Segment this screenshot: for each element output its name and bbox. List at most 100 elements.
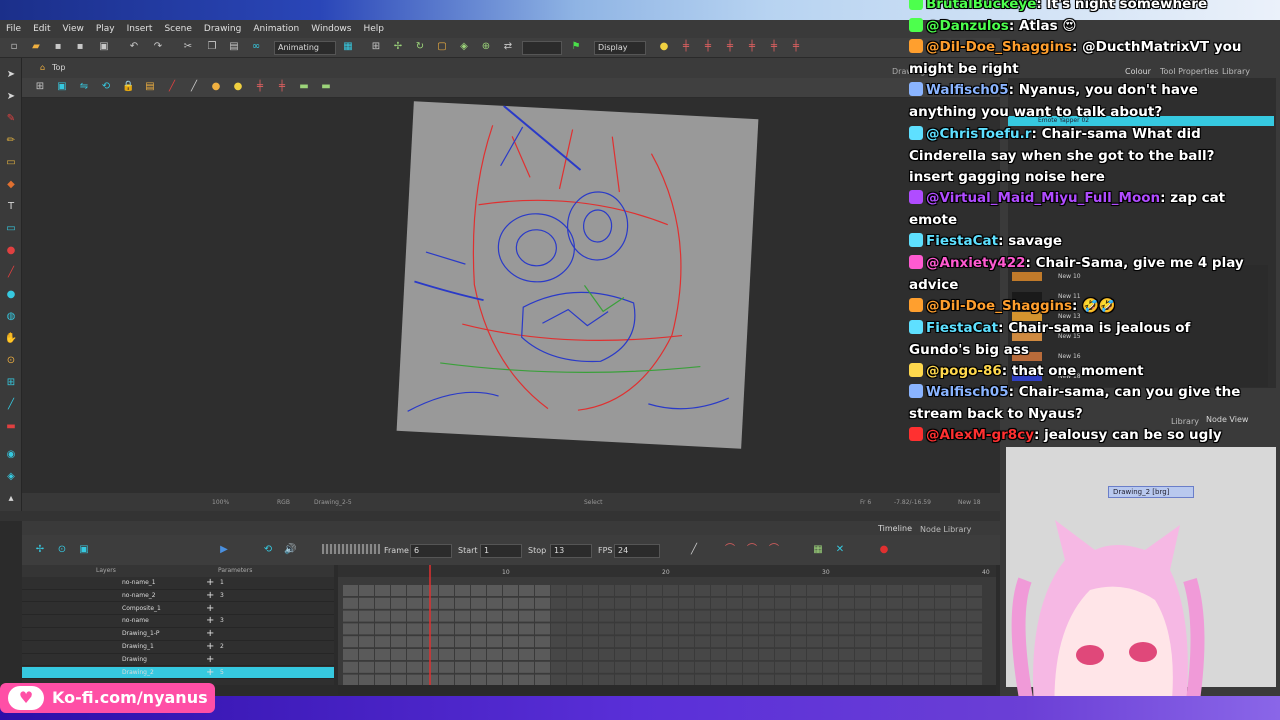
grid-icon[interactable]: ⊞ [370,41,382,53]
settings-tool-icon[interactable]: ▴ [4,492,18,506]
display-select[interactable]: Display [594,41,646,55]
peg-layer-icon[interactable]: ⊙ [56,544,68,556]
ink-tool-icon[interactable]: ● [4,244,18,258]
timeline-scrollbar[interactable] [338,685,996,695]
transform-icon[interactable]: ✢ [392,41,404,53]
menu-help[interactable]: Help [357,24,390,34]
new-file-icon[interactable]: ▫ [8,41,20,53]
add-keyframe-icon[interactable]: + [206,654,214,666]
flip-icon[interactable]: ⇄ [502,41,514,53]
layer-row[interactable]: Drawing_2 +5 [22,666,334,680]
text-tool-icon[interactable]: T [4,200,18,214]
start-field[interactable]: 1 [480,544,522,558]
zoom-select[interactable] [522,41,562,55]
paint-tool-icon[interactable]: ◆ [4,178,18,192]
workspace-icon[interactable]: ▦ [342,41,354,53]
light-bulb-icon[interactable]: ● [658,41,670,53]
layer-row[interactable]: Drawing_1-P + [22,628,334,641]
box-icon[interactable]: ▢ [436,41,448,53]
timeline-tab[interactable]: Timeline [878,524,912,533]
panel-separator[interactable] [0,511,1000,521]
ease-icon[interactable]: ⌒ [724,544,736,556]
link-icon[interactable]: ∞ [250,41,262,53]
select-tool-icon[interactable]: ➤ [4,68,18,82]
layer-row[interactable]: no-name_1 +1 [22,577,334,590]
layer-row[interactable]: Drawing + [22,654,334,667]
onion2-icon[interactable]: ╪ [276,81,288,93]
layer-row[interactable]: Composite_1 + [22,603,334,616]
cell-icon[interactable]: ▦ [812,544,824,556]
brush-tool-icon[interactable]: ✎ [4,112,18,126]
add-layer-icon[interactable]: ✢ [34,544,46,556]
light-table-icon[interactable]: ▬ [298,81,310,93]
close-icon[interactable]: ✕ [834,544,846,556]
hand-tool-icon[interactable]: ✋ [4,332,18,346]
add-keyframe-icon[interactable]: + [206,628,214,640]
fps-field[interactable]: 24 [614,544,660,558]
layer-row[interactable]: no-name_2 +3 [22,590,334,603]
menu-animation[interactable]: Animation [247,24,305,34]
speed-slider[interactable] [322,544,380,554]
peg-icon[interactable]: ⊕ [480,41,492,53]
bulb-icon[interactable]: ● [232,81,244,93]
ease3-icon[interactable]: ⌒ [768,544,780,556]
onion-skin-clear-icon[interactable]: ╪ [768,41,780,53]
pen-icon[interactable]: ╱ [188,81,200,93]
sound-icon[interactable]: 🔊 [284,544,296,556]
save-icon[interactable]: ▪ [52,41,64,53]
menu-view[interactable]: View [57,24,90,34]
node-library-tab[interactable]: Node Library [920,525,971,534]
menu-edit[interactable]: Edit [27,24,56,34]
ruler-icon[interactable]: ╱ [166,81,178,93]
add-keyframe-icon[interactable]: + [206,577,214,589]
ease2-icon[interactable]: ⌒ [746,544,758,556]
timeline-frames[interactable]: 10 20 30 40 [338,565,996,686]
layer-row[interactable]: Drawing_1 +2 [22,641,334,654]
transform-tool-icon[interactable]: ⊙ [4,354,18,368]
dropper-tool-icon[interactable]: ╱ [4,266,18,280]
rectangle-tool-icon[interactable]: ▭ [4,222,18,236]
grid-view-icon[interactable]: ⊞ [34,81,46,93]
stop-field[interactable]: 13 [550,544,592,558]
group-layer-icon[interactable]: ▣ [78,544,90,556]
add-keyframe-icon[interactable]: + [206,615,214,627]
menu-scene[interactable]: Scene [158,24,197,34]
menu-insert[interactable]: Insert [121,24,159,34]
drawing-canvas[interactable] [396,101,759,449]
onion-skin-all-icon[interactable]: ╪ [746,41,758,53]
scene-icon[interactable]: ▣ [98,41,110,53]
frame-field[interactable]: 6 [410,544,452,558]
open-folder-icon[interactable]: ▰ [30,41,42,53]
save-as-icon[interactable]: ▪ [74,41,86,53]
lock-icon[interactable]: 🔒 [122,81,134,93]
render-flag-icon[interactable]: ⚑ [570,41,582,53]
rotate-icon[interactable]: ↻ [414,41,426,53]
play-icon[interactable]: ▶ [218,544,230,556]
spline-tool-icon[interactable]: ╱ [4,398,18,412]
loop-icon[interactable]: ⟲ [262,544,274,556]
contour-editor-icon[interactable]: ➤ [4,90,18,104]
drop-icon[interactable]: ● [210,81,222,93]
add-keyframe-icon[interactable]: + [206,667,214,679]
onion-skin-icon[interactable]: ╪ [680,41,692,53]
onion-skin-prev-icon[interactable]: ╪ [702,41,714,53]
zoom-tool-icon[interactable]: ◍ [4,310,18,324]
mode-select[interactable]: Animating [274,41,336,55]
layers-tool-icon[interactable]: ◈ [4,470,18,484]
copy-icon[interactable]: ❐ [206,41,218,53]
stamp-tool-icon[interactable]: ▬ [4,420,18,434]
reset-view-icon[interactable]: ⟲ [100,81,112,93]
onion-skin-next-icon[interactable]: ╪ [724,41,736,53]
layer-row[interactable]: no-name +3 [22,615,334,628]
camera-tool-icon[interactable]: ◉ [4,448,18,462]
paste-icon[interactable]: ▤ [228,41,240,53]
camera-mask-icon[interactable]: ▣ [56,81,68,93]
menu-play[interactable]: Play [90,24,121,34]
add-keyframe-icon[interactable]: + [206,590,214,602]
node-icon[interactable]: ◈ [458,41,470,53]
onion-icon[interactable]: ╪ [254,81,266,93]
undo-icon[interactable]: ↶ [128,41,140,53]
record-icon[interactable]: ● [878,544,890,556]
node-drawing-2[interactable]: Drawing_2 [brg] [1108,486,1194,498]
pencil-tool-icon[interactable]: ✏ [4,134,18,148]
